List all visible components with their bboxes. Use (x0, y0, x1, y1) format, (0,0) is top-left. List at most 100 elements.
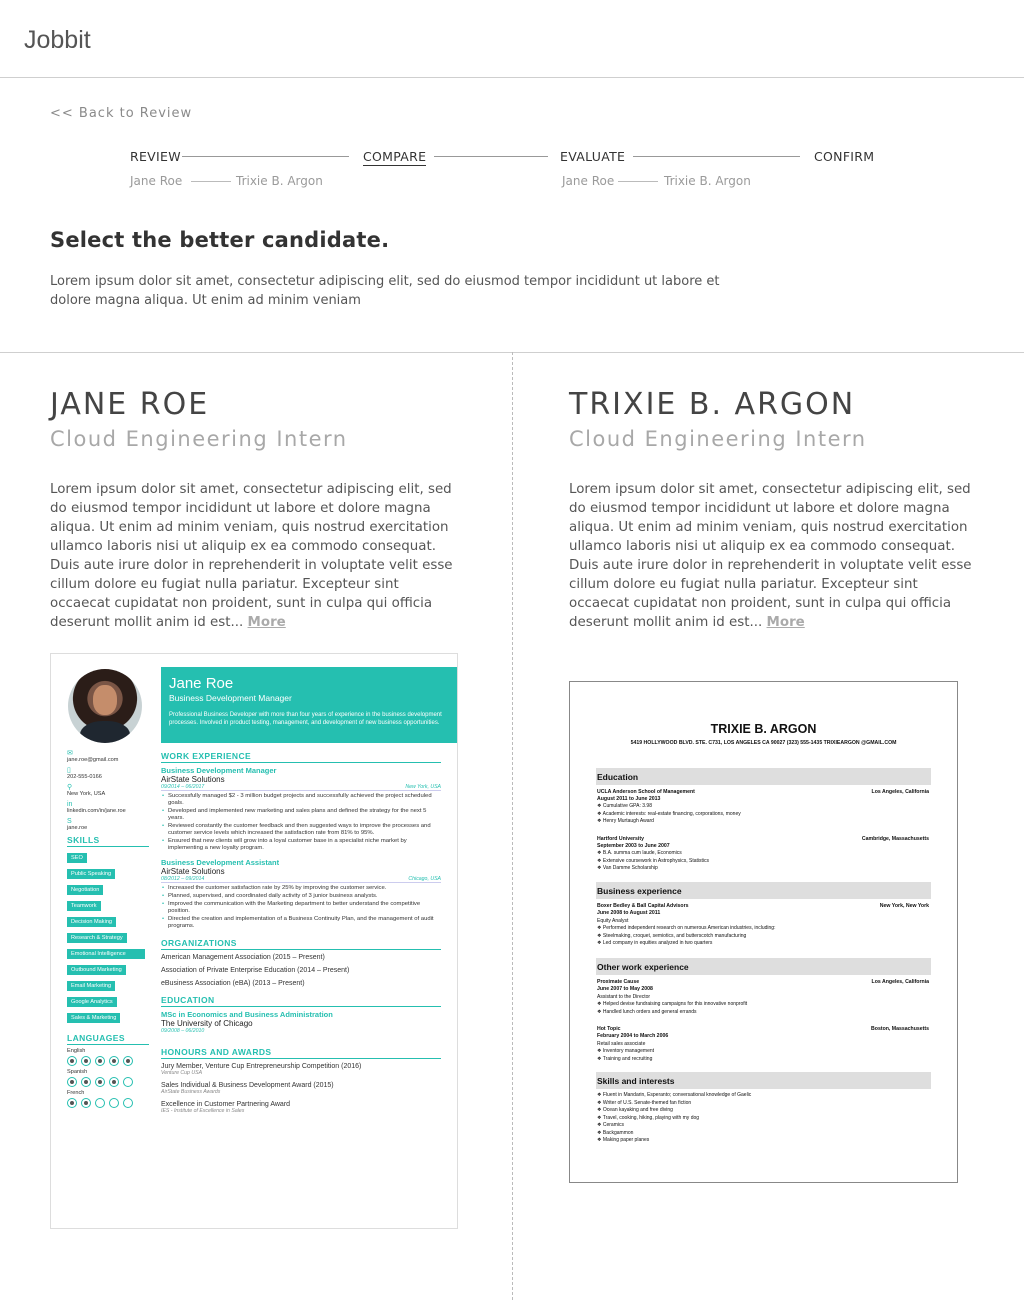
job-dates-row: June 2008 to August 2011 (597, 910, 929, 916)
job-place: Chicago, USA (408, 876, 441, 882)
candidate-b-more-link[interactable]: More (767, 615, 805, 630)
edu-dates-row: September 2003 to June 2007 (597, 843, 929, 849)
bullet-item: ❖ Led company in equities analyzed in tw… (597, 940, 713, 946)
candidate-a-resume[interactable]: Jane Roe Business Development Manager Pr… (50, 653, 458, 1229)
step-connector (182, 156, 349, 157)
bullet-item: ❖ Handled lunch orders and general erran… (597, 1008, 697, 1015)
bullet-text: Writer of U.S. Senate-themed fan fiction (602, 1099, 692, 1106)
edu-dates: September 2003 to June 2007 (597, 843, 670, 849)
job-dates-row: 09/2014 – 06/2017 New York, USA (161, 784, 441, 791)
step-evaluate[interactable]: EVALUATE (560, 149, 625, 164)
bullet-item: ❖ Extensive coursework in Astrophysics, … (597, 857, 710, 864)
avatar-face (93, 685, 117, 715)
education-section-header: Education (596, 768, 931, 785)
level-dot (109, 1098, 119, 1108)
edu-bullets: ❖ B.A. summa cum laude, Economics ❖ Exte… (597, 850, 709, 873)
job-dates: 08/2012 – 09/2014 (161, 876, 205, 882)
app-logo[interactable]: Jobbit (24, 26, 91, 55)
candidate-b-desc-text: Lorem ipsum dolor sit amet, consectetur … (569, 482, 972, 630)
email-text: jane.roe@gmail.com (67, 757, 119, 763)
job-dates: June 2007 to May 2008 (597, 986, 653, 992)
candidate-a-role: Cloud Engineering Intern (50, 427, 348, 451)
mail-icon: ✉ (67, 750, 73, 757)
evaluate-candidate-a: Jane Roe (562, 174, 615, 188)
edu-school: Hartford University (597, 836, 644, 842)
candidate-b-resume[interactable]: TRIXIE B. ARGON 5419 HOLLYWOOD BLVD. STE… (569, 681, 958, 1183)
evaluate-candidate-b: Trixie B. Argon (664, 174, 751, 188)
edu-place: Los Angeles, California (871, 789, 929, 795)
linkedin-icon: in (67, 801, 73, 808)
bullet-text: Making paper planes (602, 1137, 650, 1143)
step-confirm[interactable]: CONFIRM (814, 149, 874, 164)
job-place: New York, USA (405, 784, 441, 790)
bullet-item: ❖ Ceramics (597, 1122, 624, 1128)
award-org: AirState Business Awards (161, 1089, 221, 1095)
job-bullet: Developed and implemented new marketing … (161, 808, 441, 822)
bullet-item: ❖ Van Damme Scholarship (597, 865, 658, 871)
edu-row: UCLA Anderson School of Management Los An… (597, 789, 929, 795)
skill-tag: Emotional Intelligence (67, 949, 145, 959)
skill-tag: Decision Making (67, 917, 117, 927)
job-bullet: Ensured that new clients will grow into … (161, 838, 441, 852)
skill-tag: SEO (67, 853, 87, 863)
other-work-section-header: Other work experience (596, 958, 931, 975)
job-dates-row: 08/2012 – 09/2014 Chicago, USA (161, 876, 441, 883)
job-role: Assistant to the Director (597, 994, 651, 1000)
award-name: Excellence in Customer Partnering Award (161, 1101, 291, 1108)
award-name: Jury Member, Venture Cup Entrepreneurshi… (161, 1063, 362, 1070)
column-divider (512, 352, 513, 1300)
skill-tag: Research & Strategy (67, 933, 127, 943)
organization-item: American Management Association (2015 – … (161, 954, 325, 961)
job-company: AirState Solutions (161, 867, 225, 876)
skills-list: SEO Public Speaking Negotiation Teamwork… (67, 853, 149, 1029)
award-org: Venture Cup USA (161, 1070, 203, 1076)
page-title: Select the better candidate. (50, 228, 390, 252)
job-bullet: Successfully managed $2 - 3 million budg… (161, 793, 441, 807)
back-to-review-link[interactable]: << Back to Review (50, 106, 192, 121)
bullet-text: Led company in equities analyzed in two … (602, 940, 713, 946)
candidate-b-description: Lorem ipsum dolor sit amet, consectetur … (569, 480, 974, 632)
organization-item: eBusiness Association (eBA) (2013 – Pres… (161, 980, 305, 987)
resume-sidebar: ✉ jane.roe@gmail.com ▯ 202-555-0166 ⚲ New Y… (67, 750, 149, 1108)
organization-item: Association of Private Enterprise Educat… (161, 967, 350, 974)
bullet-text: Handled lunch orders and general errands (602, 1008, 697, 1015)
bullet-item: ❖ Fluent in Mandarin, Esperanto; convers… (597, 1092, 752, 1098)
language-item: Spanish (67, 1069, 149, 1087)
edu-bullets: ❖ Cumulative GPA: 3.98 ❖ Academic intere… (597, 803, 741, 826)
languages-heading: LANGUAGES (67, 1033, 149, 1045)
job-bullets: ❖ Performed independent research on nume… (597, 925, 775, 948)
job-role: Retail sales associate (597, 1041, 646, 1047)
bullet-text: Fluent in Mandarin, Esperanto; conversat… (602, 1092, 752, 1098)
bullet-text: Cumulative GPA: 3.98 (602, 803, 652, 809)
languages-list: English Spanish French (67, 1048, 149, 1108)
level-dot (123, 1056, 133, 1066)
bullet-text: Academic interests: real-estate financin… (602, 810, 741, 817)
bullet-item: ❖ Henry Murtaugh Award (597, 818, 654, 824)
bullet-item: ❖ B.A. summa cum laude, Economics (597, 850, 682, 856)
education-dates: 09/2008 – 06/2010 (161, 1028, 205, 1034)
education-heading: EDUCATION (161, 995, 441, 1007)
resume2-address: 5419 HOLLYWOOD BLVD. STE. C731, LOS ANGE… (630, 740, 897, 746)
bullet-text: B.A. summa cum laude, Economics (602, 850, 682, 856)
resume-name: Jane Roe (169, 675, 234, 692)
step-compare[interactable]: COMPARE (363, 149, 427, 166)
job-entry: Business Development Assistant AirState … (161, 858, 441, 930)
education-degree: MSc in Economics and Business Administra… (161, 1010, 333, 1019)
resume-header: Jane Roe Business Development Manager Pr… (161, 667, 457, 743)
skype-text: jane.roe (67, 825, 88, 831)
skype-icon: S (67, 818, 72, 825)
language-name: Spanish (67, 1069, 88, 1075)
header-divider (0, 77, 1024, 78)
education-school: The University of Chicago (161, 1019, 253, 1028)
candidate-a-more-link[interactable]: More (248, 615, 286, 630)
business-section-header: Business experience (596, 882, 931, 899)
skill-tag: Google Analytics (67, 997, 117, 1007)
location-text: New York, USA (67, 791, 106, 797)
job-place: Los Angeles, California (871, 979, 929, 985)
job-row: Proximate Cause Los Angeles, California (597, 979, 929, 985)
bullet-item: ❖ Making paper planes (597, 1137, 650, 1143)
step-review[interactable]: REVIEW (130, 149, 181, 164)
edu-school: UCLA Anderson School of Management (597, 789, 695, 795)
resume-summary: Professional Business Developer with mor… (169, 712, 442, 726)
job-company: Proximate Cause (597, 979, 640, 985)
